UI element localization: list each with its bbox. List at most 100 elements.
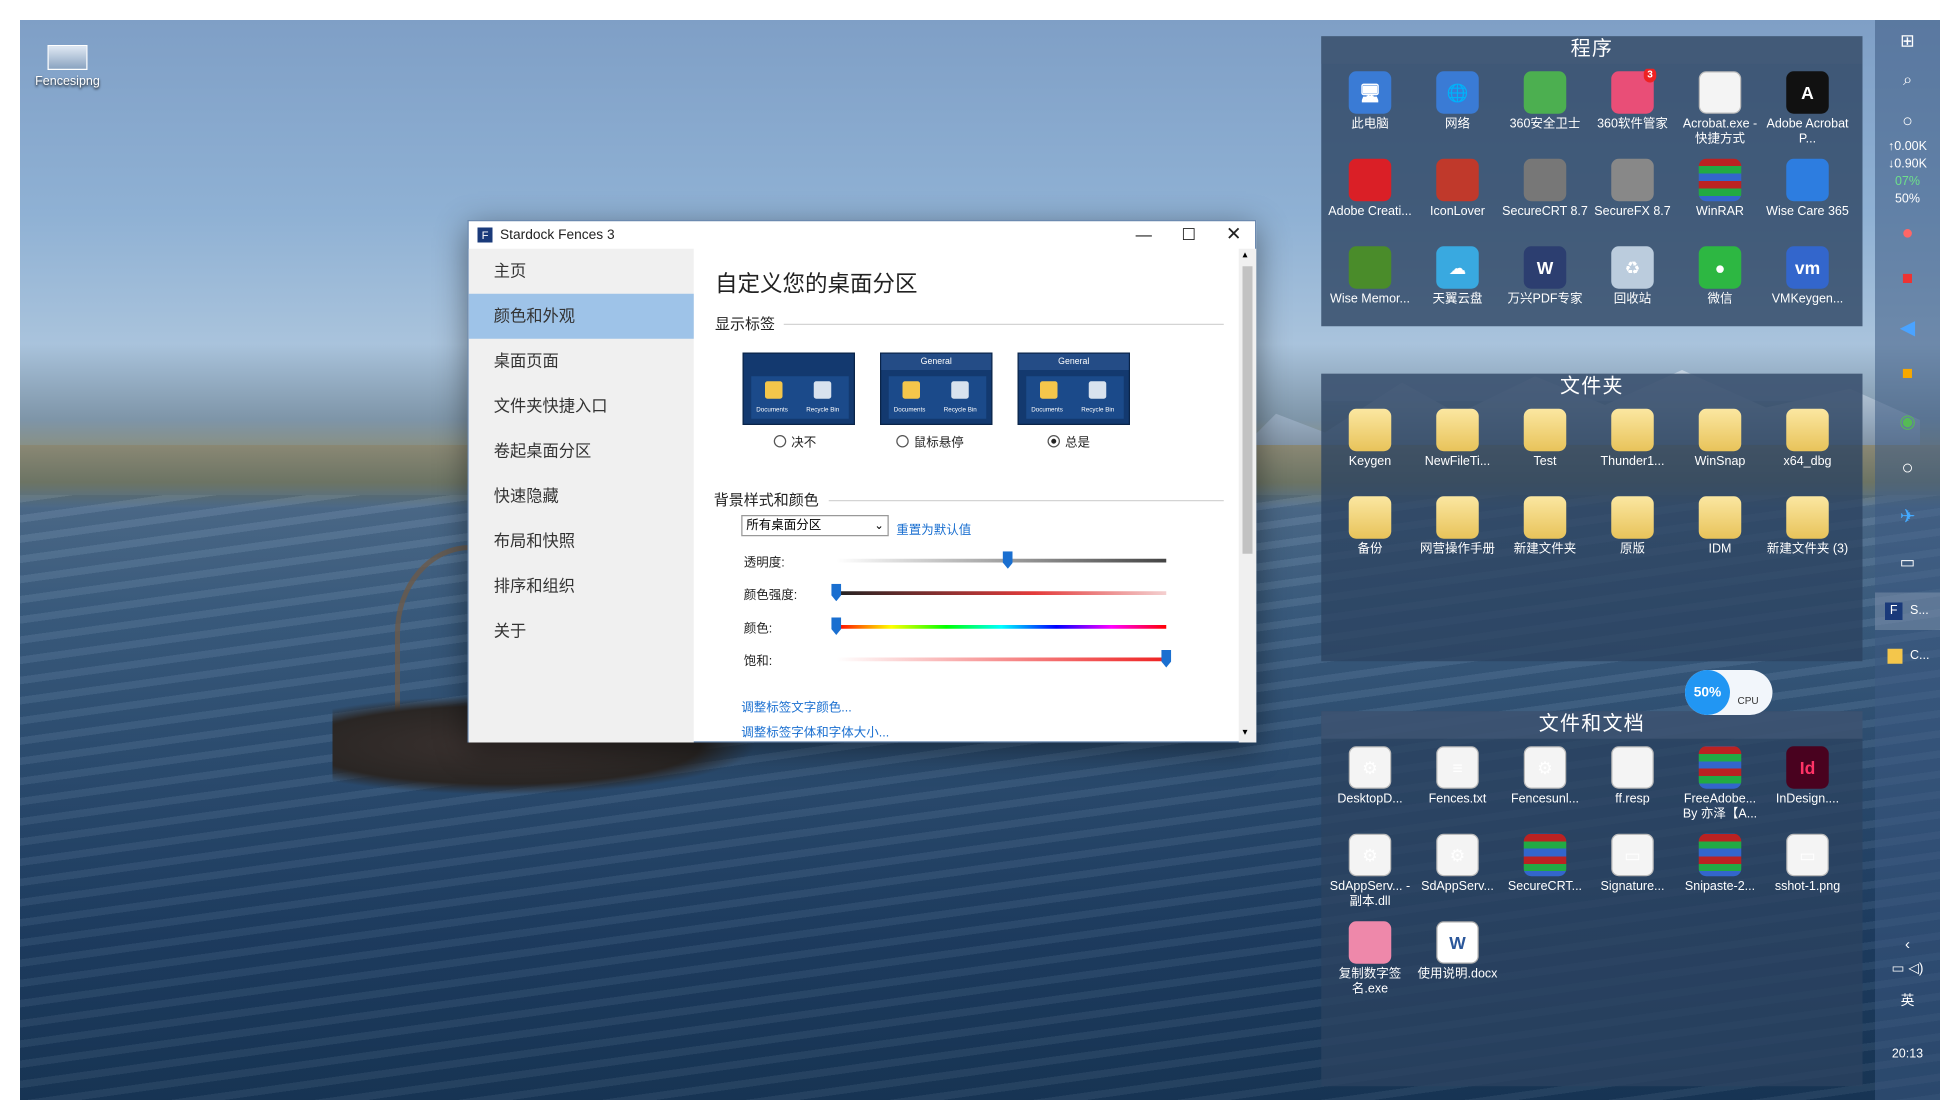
radio-circle[interactable] [773, 434, 787, 447]
taskbar-item-folder[interactable]: C... [1875, 638, 1940, 676]
fence-item[interactable]: 新建文件夹 (3) [1764, 494, 1852, 582]
fence-item[interactable]: SecureCRT 8.7 [1501, 156, 1589, 244]
fence-item[interactable]: Snipaste-2... [1676, 831, 1764, 919]
fence-item[interactable]: ▭ sshot-1.png [1764, 831, 1852, 919]
windows-start-icon[interactable]: ⊞ [1875, 30, 1940, 51]
radio-hover[interactable]: 鼠标悬停 [896, 431, 964, 450]
nav-item[interactable]: 关于 [469, 609, 694, 654]
fence-item[interactable]: x64_dbg [1764, 406, 1852, 494]
adjust-label-font-link[interactable]: 调整标签字体和字体大小... [741, 721, 889, 740]
fence-item[interactable]: Wise Memor... [1326, 244, 1414, 332]
bird-app-icon[interactable]: ✈ [1875, 505, 1940, 527]
taskbar-item-fences[interactable]: F S... [1875, 592, 1940, 630]
fence-item[interactable]: ● 微信 [1676, 244, 1764, 332]
fence-programs[interactable]: 程序 🖥 此电脑 🌐 网络 360安全卫士 3 360软件管家 Acrobat.exe - 快… [1321, 36, 1863, 327]
fence-item[interactable]: SecureFX 8.7 [1589, 156, 1677, 244]
fence-item[interactable]: ⚙ SdAppServ... - 副本.dll [1326, 831, 1414, 919]
nav-item[interactable]: 颜色和外观 [468, 293, 694, 339]
transparency-slider-track[interactable] [836, 558, 1167, 563]
fence-item[interactable]: ⚙ Fencesunl... [1501, 744, 1589, 832]
transparency-slider-thumb[interactable] [1002, 551, 1013, 569]
circle-app-icon[interactable]: ○ [1875, 458, 1940, 481]
fence-item[interactable]: WinRAR [1676, 156, 1764, 244]
fence-item[interactable]: A Adobe Acrobat P... [1764, 69, 1852, 157]
nav-item[interactable]: 文件夹快捷入口 [469, 384, 694, 429]
fence-item[interactable]: 🌐 网络 [1414, 69, 1502, 157]
fence-item[interactable]: ♻ 回收站 [1589, 244, 1677, 332]
cpu-widget[interactable]: 50% CPU [1685, 670, 1773, 715]
sublime-icon[interactable]: ■ [1875, 363, 1940, 384]
fence-item[interactable]: 3 360软件管家 [1589, 68, 1677, 157]
fence-item[interactable]: Test [1501, 406, 1589, 494]
fence-item[interactable]: Thunder1... [1589, 406, 1677, 494]
scrollbar[interactable]: ▴ ▾ [1238, 248, 1257, 743]
nav-item[interactable]: 桌面页面 [469, 339, 694, 384]
scroll-up-icon[interactable]: ▴ [1243, 249, 1248, 260]
minimize-button[interactable]: — [1121, 221, 1166, 249]
preview-hover[interactable]: General Documents Recycle Bin [880, 352, 993, 425]
fence-item[interactable]: ▭ Signature... [1589, 831, 1677, 919]
fence-item[interactable]: 新建文件夹 [1501, 494, 1589, 582]
fence-item[interactable]: 原版 [1589, 494, 1677, 582]
vscode-icon[interactable]: ◀ [1875, 315, 1940, 340]
preview-always[interactable]: General Documents Recycle Bin [1017, 352, 1130, 425]
saturation-slider-track[interactable] [836, 657, 1167, 662]
intensity-slider-track[interactable] [836, 591, 1167, 595]
reset-defaults-link[interactable]: 重置为默认值 [896, 519, 971, 538]
preview-never[interactable]: Documents Recycle Bin [742, 352, 855, 425]
fence-item[interactable]: NewFileTi... [1414, 406, 1502, 494]
intensity-slider-thumb[interactable] [831, 583, 842, 602]
nav-item[interactable]: 快速隐藏 [469, 474, 694, 519]
fence-item[interactable]: ⚙ DesktopD... [1326, 744, 1414, 832]
nav-item[interactable]: 布局和快照 [469, 519, 694, 564]
color-slider-thumb[interactable] [831, 617, 842, 635]
jetbrains-icon[interactable]: ■ [1875, 268, 1940, 289]
app-pin-icon[interactable]: ● [1875, 223, 1940, 246]
nav-item[interactable]: 排序和组织 [469, 564, 694, 609]
scroll-down-icon[interactable]: ▾ [1243, 726, 1248, 737]
desktop-icon-fencesipng[interactable]: Fencesipng [30, 45, 105, 89]
network-volume-icon[interactable]: ▭ ◁) [1875, 960, 1940, 976]
fence-item[interactable]: 复制数字签名.exe [1326, 919, 1414, 1007]
fence-item[interactable]: 360安全卫士 [1501, 69, 1589, 157]
drive-app-icon[interactable]: ▭ [1875, 553, 1940, 573]
fence-item[interactable]: ≡ Fences.txt [1414, 744, 1502, 832]
fence-item[interactable]: Acrobat.exe - 快捷方式 [1676, 69, 1764, 157]
fence-title[interactable]: 文件和文档 [1321, 711, 1863, 739]
fence-item[interactable]: W 万兴PDF专家 [1501, 244, 1589, 332]
radio-always[interactable]: 总是 [1047, 431, 1090, 450]
fence-item[interactable]: ff.resp [1589, 744, 1677, 832]
nav-item[interactable]: 卷起桌面分区 [469, 429, 694, 474]
ime-indicator[interactable]: 英 [1875, 990, 1940, 1010]
fence-item[interactable]: W 使用说明.docx [1414, 919, 1502, 1007]
fence-item[interactable]: FreeAdobe... By 亦泽【A... [1676, 744, 1764, 832]
fence-item[interactable]: Adobe Creati... [1326, 156, 1414, 244]
fence-item[interactable]: vm VMKeygen... [1764, 244, 1852, 332]
fence-item[interactable]: WinSnap [1676, 406, 1764, 494]
search-icon[interactable]: ⌕ [1875, 70, 1940, 90]
chrome-icon[interactable]: ◉ [1875, 410, 1940, 432]
fence-item[interactable]: 🖥 此电脑 [1326, 69, 1414, 157]
maximize-button[interactable]: ☐ [1166, 221, 1211, 249]
fence-item[interactable]: 备份 [1326, 494, 1414, 582]
adjust-label-color-link[interactable]: 调整标签文字颜色... [741, 696, 851, 715]
chevron-left-icon[interactable]: ‹ [1875, 935, 1940, 953]
fence-item[interactable]: Id InDesign.... [1764, 744, 1852, 832]
fence-item[interactable]: IconLover [1414, 156, 1502, 244]
task-view-icon[interactable]: ○ [1875, 110, 1940, 130]
clock[interactable]: 20:13 [1875, 1048, 1940, 1062]
fence-item[interactable]: ⚙ SdAppServ... [1414, 831, 1502, 919]
nav-item[interactable]: 主页 [469, 249, 694, 294]
radio-circle[interactable] [1047, 434, 1060, 447]
color-slider-track[interactable] [836, 625, 1167, 629]
fence-title[interactable]: 文件夹 [1321, 373, 1863, 402]
fence-item[interactable]: 网营操作手册 [1414, 494, 1502, 582]
fence-item[interactable]: IDM [1676, 494, 1764, 582]
fence-item[interactable]: Keygen [1326, 406, 1414, 494]
fence-item[interactable]: Wise Care 365 [1764, 156, 1852, 244]
radio-never[interactable]: 决不 [773, 431, 816, 450]
fence-files-docs[interactable]: 文件和文档 ⚙ DesktopD... ≡ Fences.txt ⚙ Fencesunl.… [1321, 711, 1863, 1087]
scrollbar-thumb[interactable] [1242, 266, 1253, 554]
close-button[interactable]: ✕ [1211, 221, 1256, 249]
saturation-slider-thumb[interactable] [1161, 650, 1172, 668]
